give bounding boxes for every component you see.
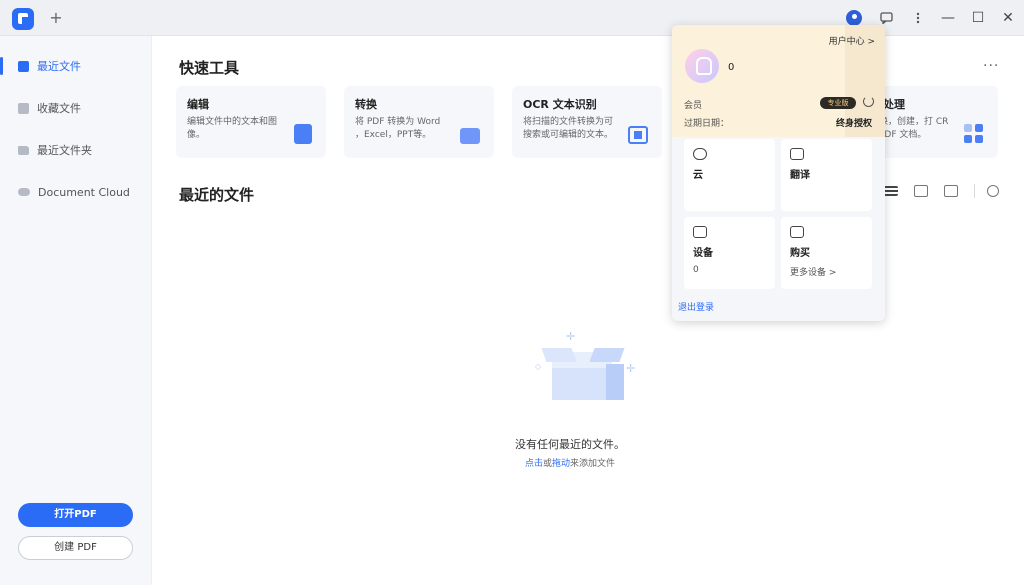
expiry-label: 过期日期： <box>684 119 730 129</box>
box-lid <box>541 348 577 362</box>
drag-link[interactable]: 拖动 <box>552 459 570 469</box>
tool-card-edit[interactable]: 编辑 编辑文件中的文本和图像。 <box>176 86 326 158</box>
sidebar-item-recent-folders[interactable]: 最近文件夹 <box>0 136 152 164</box>
sidebar: 最近文件 收藏文件 最近文件夹 Document Cloud 打开PDF 创建 … <box>0 36 152 585</box>
more-vertical-button[interactable] <box>905 5 931 31</box>
device-icon <box>693 226 707 238</box>
card-title: 云 <box>693 170 703 181</box>
user-popup: 用户中心 > 0 会员 专业版 过期日期： 终身授权 云 翻译 设备 0 购买 … <box>672 25 885 321</box>
click-link[interactable]: 点击 <box>525 459 543 469</box>
clear-list-icon[interactable] <box>944 185 958 197</box>
minimize-button[interactable]: — <box>934 5 962 31</box>
tool-title: 编辑 <box>187 98 209 111</box>
create-pdf-button[interactable]: 创建 PDF <box>18 536 133 560</box>
batch-grid-icon <box>964 124 984 144</box>
device-count: 0 <box>693 265 699 275</box>
sparkle-icon: ✛ <box>626 362 636 375</box>
popup-card-devices[interactable]: 设备 0 <box>684 217 775 289</box>
ocr-scan-icon <box>628 126 648 144</box>
translate-icon <box>790 148 804 160</box>
grid-view-icon[interactable] <box>914 185 928 197</box>
logout-link[interactable]: 退出登录 <box>678 300 714 313</box>
card-title: 购买 <box>790 248 810 259</box>
app-logo-icon <box>12 8 34 30</box>
sidebar-item-recent-files[interactable]: 最近文件 <box>0 52 152 80</box>
expiry-value: 终身授权 <box>835 119 872 129</box>
box-side <box>606 364 624 400</box>
divider <box>974 184 975 198</box>
empty-state-title: 没有任何最近的文件。 <box>515 438 625 451</box>
box-front <box>552 368 606 400</box>
sidebar-item-label: 收藏文件 <box>37 102 81 115</box>
tool-desc: 将 PDF 转换为 Word ，Excel，PPT等。 <box>355 117 441 140</box>
recent-file-icon <box>18 60 29 72</box>
cart-icon <box>790 226 804 238</box>
more-vertical-icon <box>916 12 920 24</box>
refresh-icon[interactable] <box>987 185 999 197</box>
username: 0 <box>728 62 735 73</box>
sparkle-icon: ✛ <box>566 330 576 343</box>
hint-text: 或 <box>542 459 552 469</box>
open-pdf-button[interactable]: 打开PDF <box>18 503 133 527</box>
popup-card-purchase[interactable]: 购买 更多设备 > <box>781 217 872 289</box>
sidebar-item-document-cloud[interactable]: Document Cloud <box>0 178 152 206</box>
sidebar-item-label: 最近文件 <box>37 60 81 73</box>
pro-badge: 专业版 <box>820 97 856 109</box>
list-view-icon[interactable] <box>884 186 898 196</box>
convert-icon <box>460 128 480 144</box>
popup-card-cloud[interactable]: 云 <box>684 139 775 211</box>
tool-card-ocr[interactable]: OCR 文本识别 将扫描的文件转换为可搜索或可编辑的文本。 <box>512 86 662 158</box>
more-devices-link[interactable]: 更多设备 > <box>790 265 863 278</box>
card-title: 翻译 <box>790 170 810 181</box>
empty-state-hint: 点击或拖动来添加文件 <box>470 456 670 469</box>
feedback-icon <box>879 12 893 24</box>
tool-card-convert[interactable]: 转换 将 PDF 转换为 Word ，Excel，PPT等。 <box>344 86 494 158</box>
tool-title: 转换 <box>355 98 377 111</box>
user-avatar <box>685 49 719 83</box>
popup-card-translate[interactable]: 翻译 <box>781 139 872 211</box>
box-lid <box>589 348 625 362</box>
more-options-button[interactable]: ··· <box>983 58 999 74</box>
star-file-icon <box>18 102 29 114</box>
recent-files-title: 最近的文件 <box>179 186 255 204</box>
maximize-button[interactable]: ☐ <box>964 5 992 31</box>
tool-desc: 将扫描的文件转换为可搜索或可编辑的文本。 <box>523 117 614 140</box>
sidebar-item-label: Document Cloud <box>38 185 130 199</box>
cloud-icon <box>18 188 30 196</box>
empty-box-illustration <box>540 338 640 408</box>
sparkle-icon: ◇ <box>535 362 542 371</box>
edit-doc-icon <box>294 124 312 144</box>
user-avatar-icon <box>846 10 862 26</box>
hint-text: 来添加文件 <box>570 459 616 469</box>
member-label: 会员 <box>684 101 703 111</box>
quick-tools-title: 快速工具 <box>179 59 240 77</box>
new-tab-button[interactable]: + <box>46 8 66 28</box>
tool-desc: 编辑文件中的文本和图像。 <box>187 117 278 140</box>
view-controls <box>884 184 1015 198</box>
folder-icon <box>18 145 29 155</box>
tool-title: OCR 文本识别 <box>523 98 597 111</box>
card-title: 设备 <box>693 248 713 259</box>
sync-icon[interactable] <box>863 96 874 107</box>
close-button[interactable]: ✕ <box>994 5 1022 31</box>
user-center-link[interactable]: 用户中心 > <box>829 34 875 47</box>
sidebar-item-favorites[interactable]: 收藏文件 <box>0 94 152 122</box>
sidebar-item-label: 最近文件夹 <box>37 144 92 157</box>
cloud-icon <box>693 148 707 160</box>
